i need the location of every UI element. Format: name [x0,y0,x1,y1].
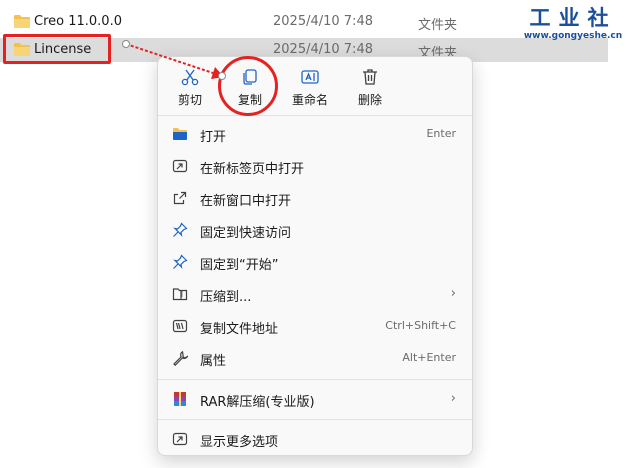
context-menu: 剪切 复制 重命名 删除 打开 Enter 在新标签页中打开 在新窗口中打开 固… [157,56,473,456]
menu-item-shortcut: Ctrl+Shift+C [385,319,456,332]
wrench-icon [173,350,188,366]
quick-actions-bar: 剪切 复制 重命名 删除 [158,57,472,113]
menu-item-shortcut: Alt+Enter [402,351,456,364]
rename-button[interactable]: 重命名 [284,63,336,109]
file-name: Creo 11.0.0.0 [34,14,122,29]
menu-item-label: 打开 [200,130,227,145]
new-tab-icon [172,159,188,173]
highlight-circle [218,56,278,116]
rename-icon [301,70,319,84]
chevron-right-icon: › [450,391,456,406]
menu-item-label: 压缩到... [200,290,252,305]
watermark-text: 工业社 [529,5,617,30]
watermark-url: www.gongyeshe.cn [523,31,623,41]
file-date: 2025/4/10 7:48 [273,14,373,29]
menu-item-copy-path[interactable]: 复制文件地址 Ctrl+Shift+C [158,312,472,340]
menu-item-pin-quick-access[interactable]: 固定到快速访问 [158,216,472,244]
menu-item-label: RAR解压缩(专业版) [200,395,315,410]
menu-divider [158,419,472,420]
menu-item-properties[interactable]: 属性 Alt+Enter [158,344,472,372]
menu-divider [158,115,472,116]
menu-item-shortcut: Enter [426,127,456,140]
pin-icon [173,254,188,269]
menu-item-show-more[interactable]: 显示更多选项 [158,425,472,453]
menu-item-label: 在新标签页中打开 [200,162,305,177]
menu-item-open[interactable]: 打开 Enter [158,120,472,148]
copy-path-icon [172,319,188,333]
cut-label: 剪切 [177,93,202,107]
scissors-icon [181,69,199,86]
cut-button[interactable]: 剪切 [164,63,216,109]
watermark-logo: 工业社 www.gongyeshe.cn [520,6,626,46]
show-more-icon [172,432,188,446]
folder-icon [14,15,30,28]
highlight-box [3,34,111,64]
delete-label: 删除 [357,93,382,107]
menu-item-label: 固定到快速访问 [200,226,292,241]
new-window-icon [173,191,187,205]
menu-item-pin-start[interactable]: 固定到“开始” [158,248,472,276]
file-type: 文件夹 [418,18,458,33]
menu-item-label: 在新窗口中打开 [200,194,292,209]
menu-item-open-new-tab[interactable]: 在新标签页中打开 [158,152,472,180]
menu-item-compress[interactable]: 压缩到... › [158,280,472,308]
file-date: 2025/4/10 7:48 [273,42,373,57]
rar-archive-icon [174,392,186,406]
menu-item-label: 复制文件地址 [200,322,279,337]
file-row-creo[interactable]: Creo 11.0.0.0 2025/4/10 7:48 文件夹 [0,10,608,34]
chevron-right-icon: › [450,286,456,301]
menu-item-label: 显示更多选项 [200,435,279,450]
pin-icon [173,222,188,237]
menu-item-open-new-window[interactable]: 在新窗口中打开 [158,184,472,212]
menu-item-label: 属性 [200,354,227,369]
folder-open-icon [173,128,187,140]
delete-button[interactable]: 删除 [344,63,396,109]
menu-item-rar-extract[interactable]: RAR解压缩(专业版) › [158,385,472,413]
menu-item-label: 固定到“开始” [200,258,279,273]
rename-label: 重命名 [291,93,328,107]
zip-folder-icon [172,288,188,301]
menu-divider [158,379,472,380]
trash-icon [363,69,377,85]
